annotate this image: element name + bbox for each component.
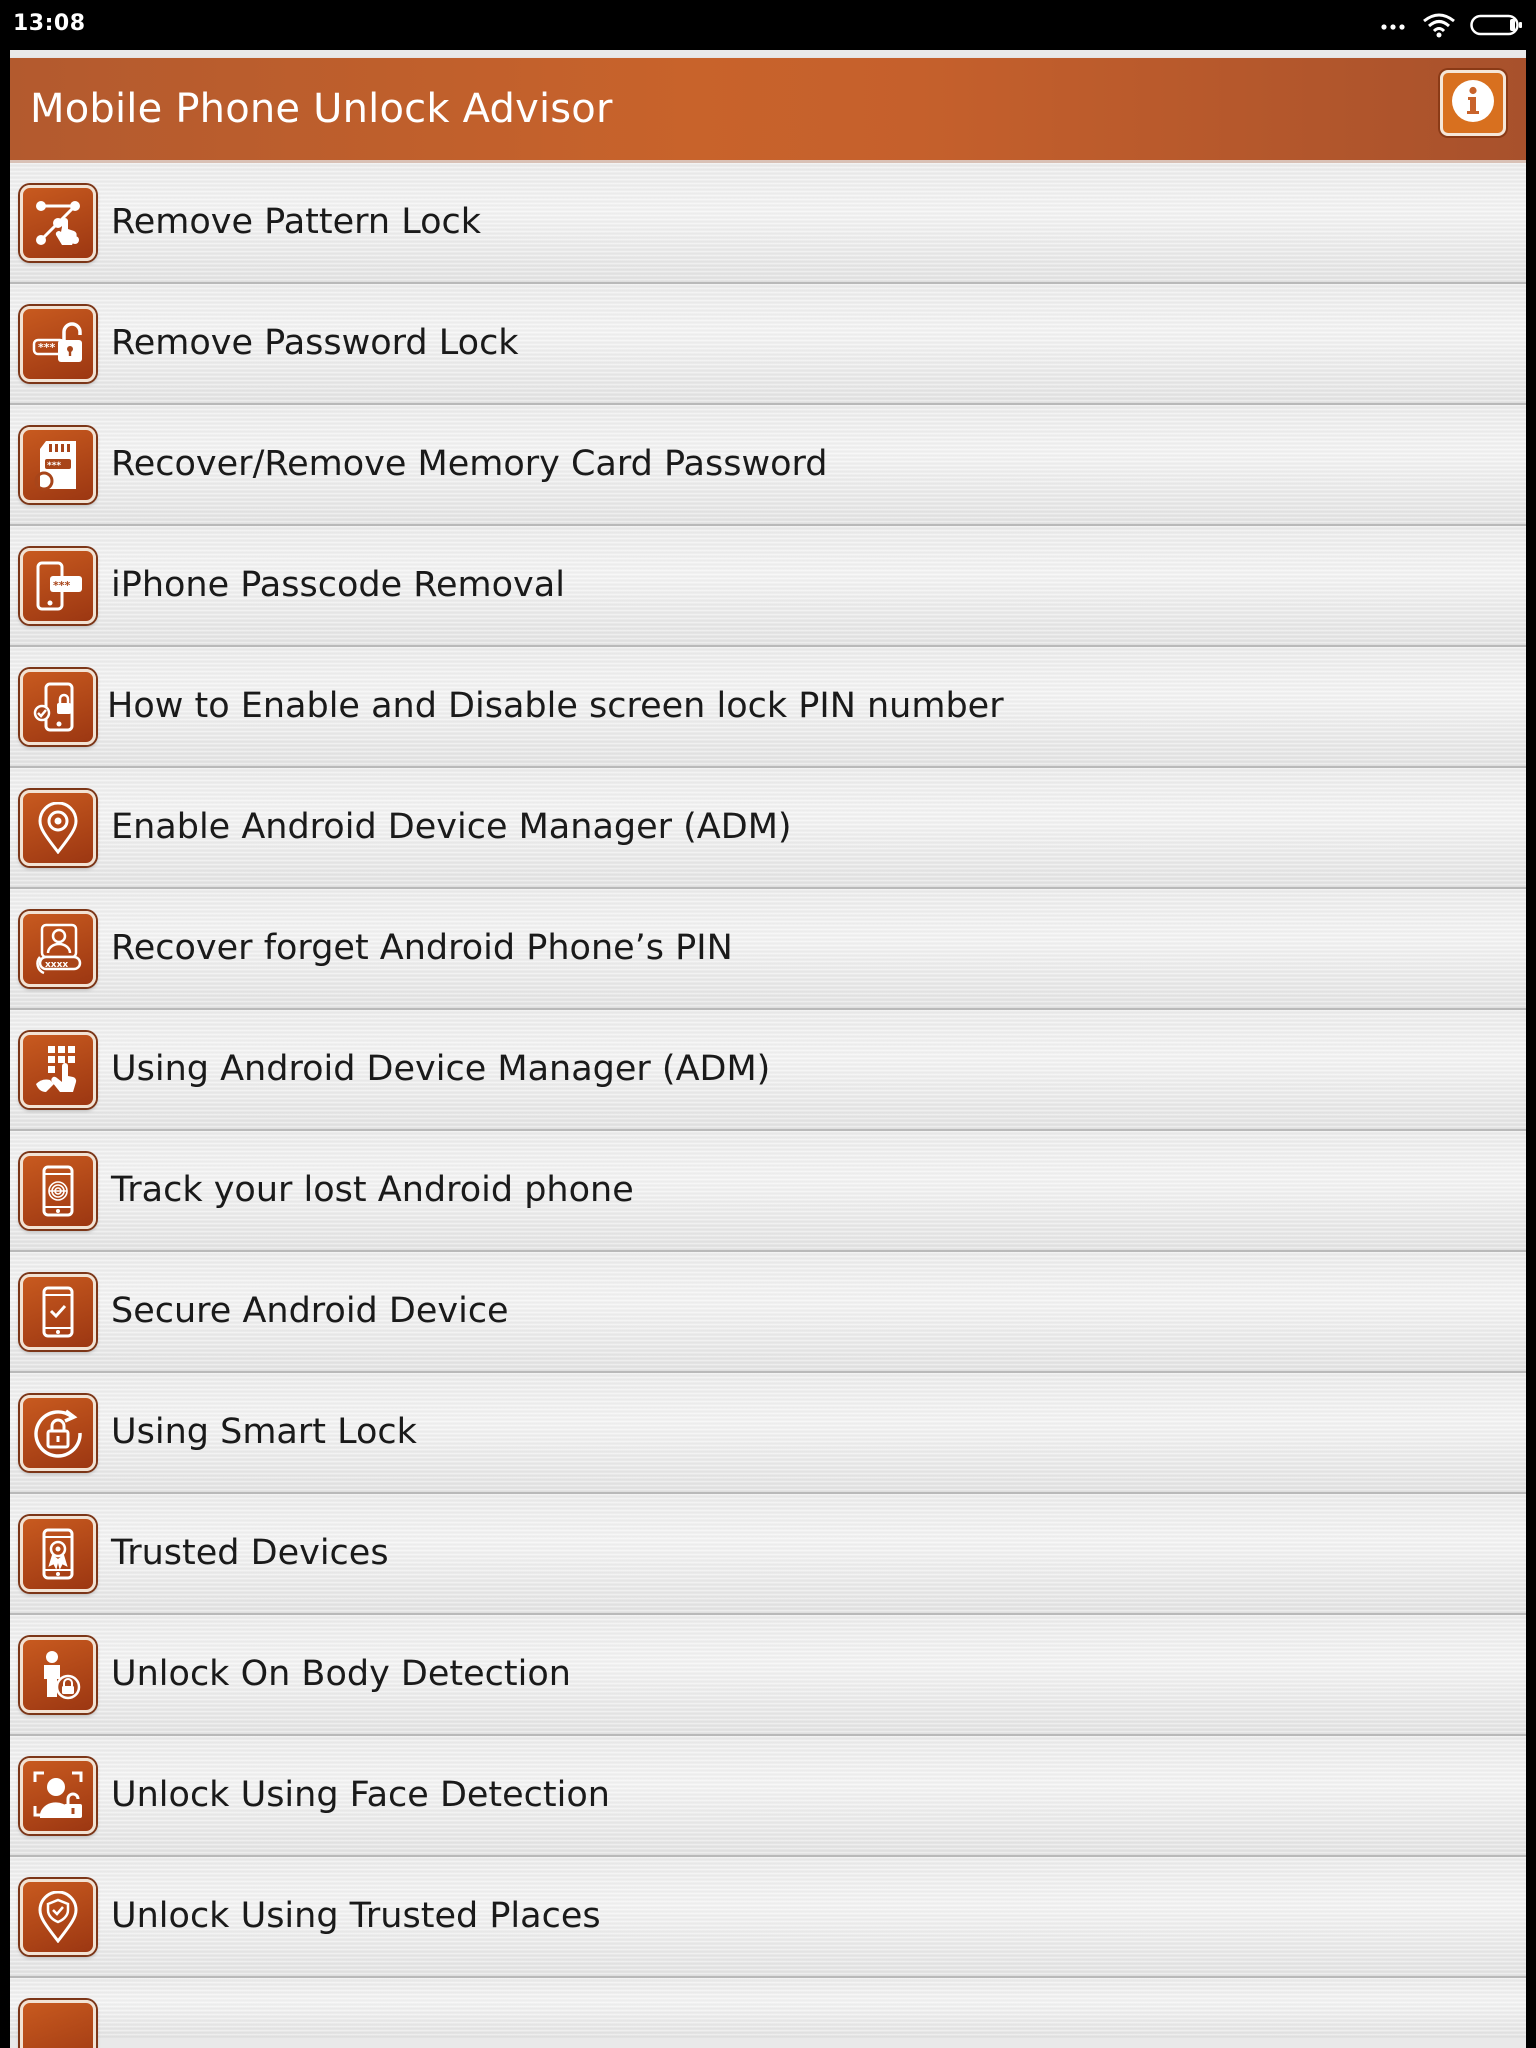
menu-item-label: Unlock Using Face Detection — [111, 1775, 610, 1815]
menu-item-track-phone[interactable]: Track your lost Android phone — [10, 1131, 1526, 1252]
menu-item-label: iPhone Passcode Removal — [111, 565, 565, 605]
partial-item-icon — [20, 2000, 96, 2048]
phone-check-icon — [20, 1274, 96, 1350]
battery-icon — [1470, 14, 1524, 36]
status-time: 13:08 — [13, 11, 86, 36]
menu-item-label: Recover/Remove Memory Card Password — [111, 444, 828, 484]
menu-item-face-detection[interactable]: Unlock Using Face Detection — [10, 1736, 1526, 1857]
face-detection-icon — [20, 1758, 96, 1834]
menu-item-partial[interactable] — [10, 1978, 1526, 2048]
menu-list: Remove Pattern Lock *** Remove Password … — [10, 163, 1526, 2048]
app-frame: Mobile Phone Unlock Advisor Remove Patte… — [10, 50, 1526, 2048]
app-title: Mobile Phone Unlock Advisor — [30, 86, 613, 132]
status-bar: 13:08 — [0, 0, 1536, 50]
menu-item-on-body-detection[interactable]: Unlock On Body Detection — [10, 1615, 1526, 1736]
menu-item-memory-card-password[interactable]: *** Recover/Remove Memory Card Password — [10, 405, 1526, 526]
dots-icon — [1380, 20, 1408, 30]
menu-item-secure-device[interactable]: Secure Android Device — [10, 1252, 1526, 1373]
menu-item-label: Recover forget Android Phone’s PIN — [111, 928, 733, 968]
menu-item-trusted-places[interactable]: Unlock Using Trusted Places — [10, 1857, 1526, 1978]
phone-passcode-icon: *** — [20, 548, 96, 624]
svg-text:xxxx: xxxx — [45, 960, 68, 970]
keypad-hand-icon — [20, 1032, 96, 1108]
menu-item-recover-pin[interactable]: xxxx Recover forget Android Phone’s PIN — [10, 889, 1526, 1010]
trusted-device-icon — [20, 1516, 96, 1592]
menu-item-label: Remove Pattern Lock — [111, 202, 482, 242]
menu-item-trusted-devices[interactable]: Trusted Devices — [10, 1494, 1526, 1615]
password-lock-icon: *** — [20, 306, 96, 382]
phone-fingerprint-icon — [20, 1153, 96, 1229]
menu-item-label: How to Enable and Disable screen lock PI… — [107, 686, 1004, 726]
location-pin-icon — [20, 790, 96, 866]
menu-item-label: Track your lost Android phone — [111, 1170, 634, 1210]
menu-item-smart-lock[interactable]: Using Smart Lock — [10, 1373, 1526, 1494]
menu-item-enable-adm[interactable]: Enable Android Device Manager (ADM) — [10, 768, 1526, 889]
menu-item-remove-password-lock[interactable]: *** Remove Password Lock — [10, 284, 1526, 405]
svg-text:***: *** — [47, 461, 61, 471]
menu-item-label: Unlock On Body Detection — [111, 1654, 571, 1694]
menu-item-label: Using Android Device Manager (ADM) — [111, 1049, 771, 1089]
svg-text:***: *** — [38, 341, 56, 354]
menu-item-label: Remove Password Lock — [111, 323, 519, 363]
phone-lock-icon — [20, 669, 96, 745]
menu-item-iphone-passcode[interactable]: *** iPhone Passcode Removal — [10, 526, 1526, 647]
menu-item-label: Trusted Devices — [111, 1533, 389, 1573]
app-bar: Mobile Phone Unlock Advisor — [10, 58, 1526, 163]
info-icon — [1450, 78, 1496, 128]
menu-item-label: Unlock Using Trusted Places — [111, 1896, 601, 1936]
wifi-icon — [1422, 12, 1456, 38]
pattern-lock-icon — [20, 185, 96, 261]
smart-lock-icon — [20, 1395, 96, 1471]
status-icons — [1380, 8, 1524, 42]
memory-card-icon: *** — [20, 427, 96, 503]
svg-text:***: *** — [53, 579, 71, 592]
body-detection-icon — [20, 1637, 96, 1713]
menu-item-using-adm[interactable]: Using Android Device Manager (ADM) — [10, 1010, 1526, 1131]
menu-item-remove-pattern-lock[interactable]: Remove Pattern Lock — [10, 163, 1526, 284]
trusted-place-icon — [20, 1879, 96, 1955]
menu-item-label: Using Smart Lock — [111, 1412, 417, 1452]
info-button[interactable] — [1440, 70, 1506, 136]
menu-item-screen-lock-pin[interactable]: How to Enable and Disable screen lock PI… — [10, 647, 1526, 768]
menu-item-label: Secure Android Device — [111, 1291, 509, 1331]
user-pin-icon: xxxx — [20, 911, 96, 987]
menu-item-label: Enable Android Device Manager (ADM) — [111, 807, 792, 847]
